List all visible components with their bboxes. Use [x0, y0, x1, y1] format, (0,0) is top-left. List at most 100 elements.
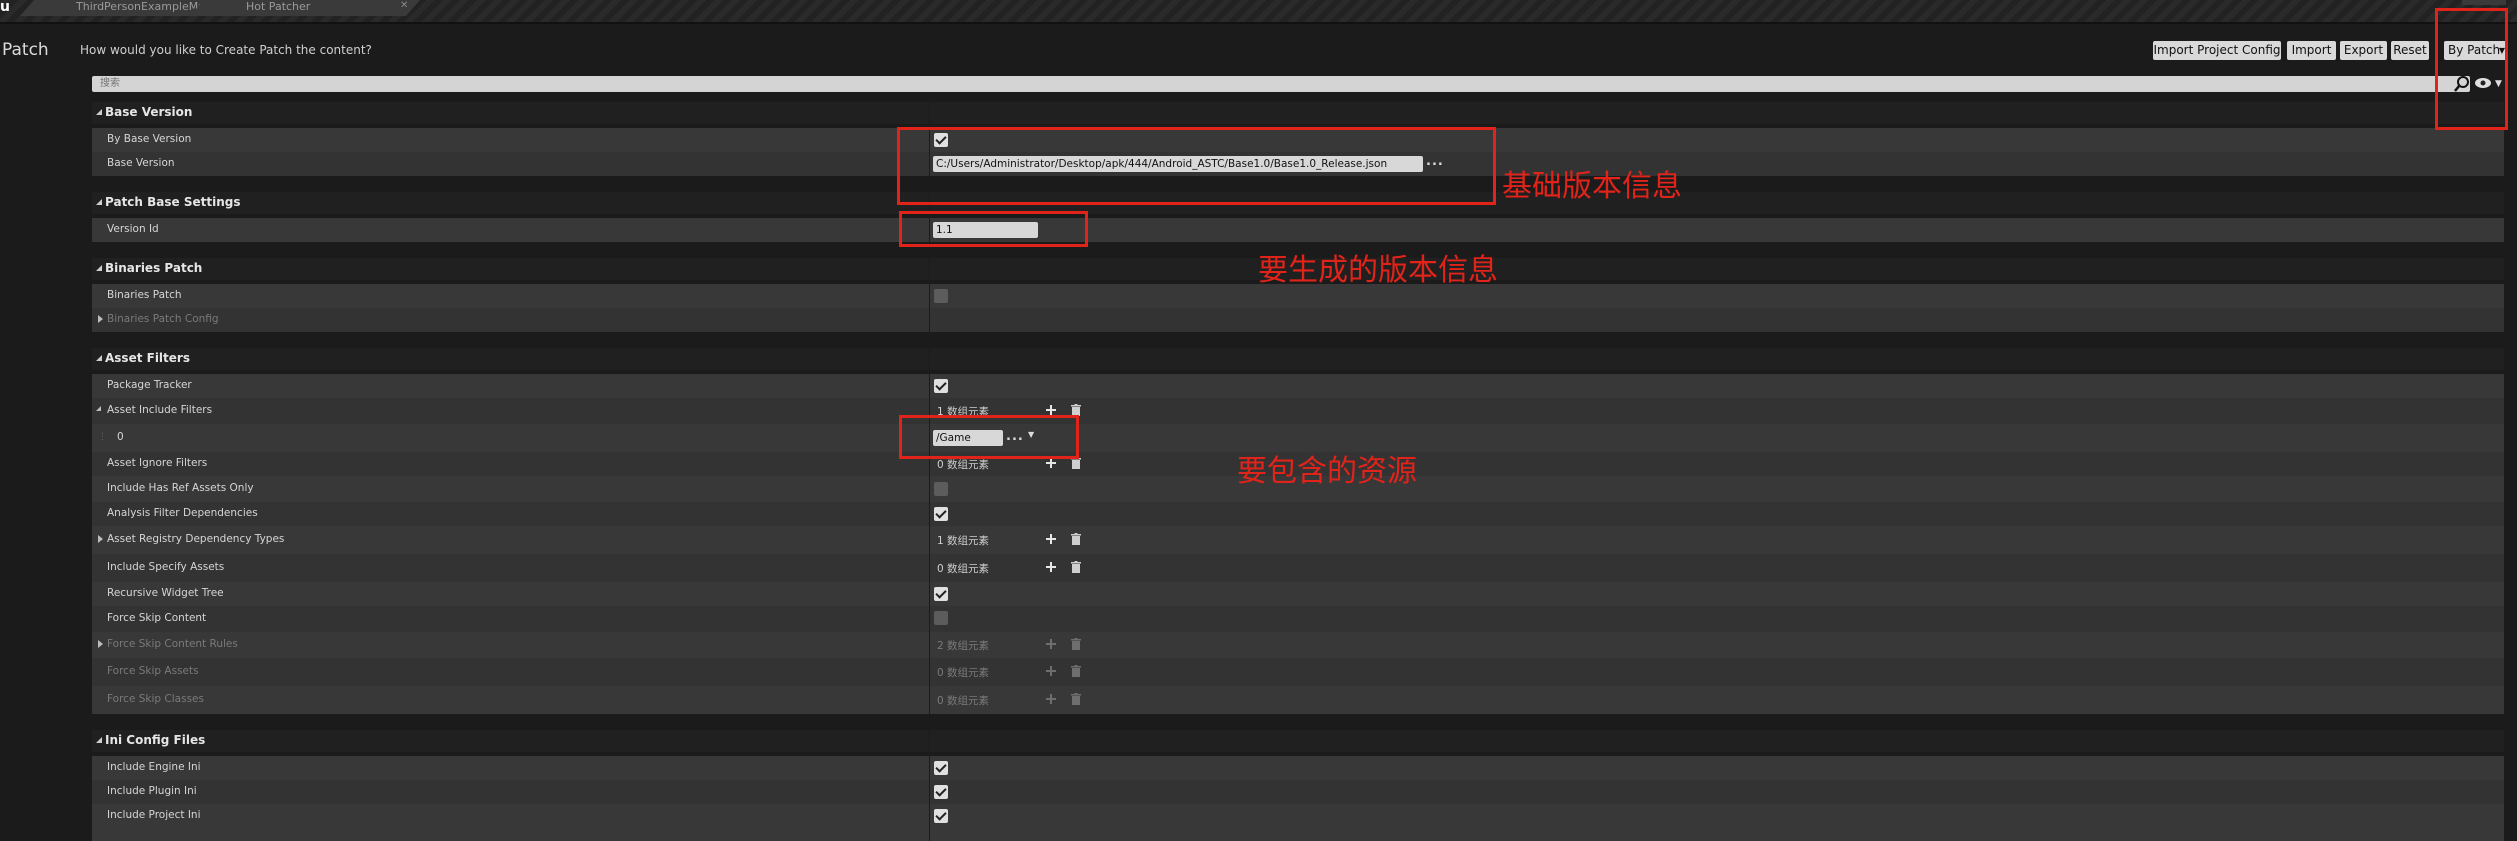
tab-close-icon[interactable]: ✕ — [400, 0, 412, 12]
trash-icon[interactable] — [1071, 561, 1081, 573]
analysis-filter-dependencies-checkbox[interactable] — [934, 507, 948, 521]
base-version-path-input[interactable] — [933, 156, 1423, 172]
include-engine-ini-checkbox[interactable] — [934, 761, 948, 775]
recursive-widget-tree-checkbox[interactable] — [934, 587, 948, 601]
property-row-package-tracker: Package Tracker — [92, 374, 2504, 398]
category-patch-base-settings[interactable]: Patch Base Settings — [92, 192, 2504, 214]
export-button[interactable]: Export — [2340, 41, 2387, 60]
view-options-chevron-icon[interactable]: ▼ — [2495, 79, 2505, 89]
array-count: 1 数组元素 — [937, 535, 990, 547]
trash-icon[interactable] — [1071, 638, 1081, 650]
by-base-version-checkbox[interactable] — [934, 133, 948, 147]
force-skip-content-checkbox[interactable] — [934, 611, 948, 625]
unreal-logo-icon: u — [0, 0, 10, 15]
property-label: Include Engine Ini — [107, 761, 201, 773]
trash-icon[interactable] — [1071, 665, 1081, 677]
chevron-down-icon: ▼ — [2498, 46, 2505, 55]
category-title: Asset Filters — [105, 351, 190, 365]
property-label: Binaries Patch — [107, 289, 182, 301]
property-row-asset-include-filters: Asset Include Filters — [92, 398, 2504, 424]
search-icon[interactable] — [2453, 75, 2471, 93]
annotation-base-info: 基础版本信息 — [1502, 169, 1682, 204]
array-count: 1 数组元素 — [937, 406, 990, 418]
property-row-force-skip-content-rules[interactable]: Force Skip Content Rules — [92, 632, 2504, 658]
property-label: Analysis Filter Dependencies — [107, 507, 258, 519]
property-label: Version Id — [107, 223, 159, 235]
property-label: Force Skip Assets — [107, 665, 199, 677]
category-title: Base Version — [105, 105, 193, 119]
property-row-force-skip-assets: Force Skip Assets — [92, 658, 2504, 686]
property-row-asset-registry-dependency-types[interactable]: Asset Registry Dependency Types — [92, 526, 2504, 554]
include-plugin-ini-checkbox[interactable] — [934, 785, 948, 799]
patch-mode-label: By Patch — [2448, 43, 2501, 57]
collapse-arrow-icon[interactable] — [96, 406, 101, 411]
drag-handle-icon[interactable]: ⋮ — [98, 432, 107, 444]
include-project-ini-checkbox[interactable] — [934, 809, 948, 823]
property-label: Include Has Ref Assets Only — [107, 482, 254, 494]
property-label: Force Skip Classes — [107, 693, 204, 705]
add-element-icon[interactable] — [1045, 638, 1057, 650]
add-element-icon[interactable] — [1045, 693, 1057, 705]
property-row-force-skip-classes: Force Skip Classes — [92, 686, 2504, 714]
property-label: Include Project Ini — [107, 809, 201, 821]
property-label: Base Version — [107, 157, 175, 169]
include-has-ref-assets-only-checkbox[interactable] — [934, 482, 948, 496]
array-index: 0 — [117, 431, 124, 443]
expand-arrow-icon[interactable] — [98, 640, 103, 648]
add-element-icon[interactable] — [1045, 665, 1057, 677]
property-row-analysis-filter-dependencies: Analysis Filter Dependencies — [92, 502, 2504, 526]
add-element-icon[interactable] — [1045, 561, 1057, 573]
version-id-input[interactable] — [933, 222, 1038, 238]
window-controls[interactable] — [2462, 0, 2506, 5]
category-asset-filters[interactable]: Asset Filters — [92, 348, 2504, 370]
category-ini-config-files[interactable]: Ini Config Files — [92, 730, 2504, 752]
search-input[interactable] — [92, 76, 2470, 92]
trash-icon[interactable] — [1071, 693, 1081, 705]
category-title: Ini Config Files — [105, 733, 206, 747]
property-row-include-engine-ini: Include Engine Ini — [92, 756, 2504, 780]
property-row-include-specify-assets: Include Specify Assets — [92, 554, 2504, 582]
property-label: Force Skip Content — [107, 612, 207, 624]
property-row-by-base-version: By Base Version — [92, 128, 2504, 152]
eye-icon[interactable] — [2474, 77, 2492, 89]
expand-arrow-icon[interactable] — [98, 315, 103, 323]
tab-third-person-example-map[interactable]: ThirdPersonExampleMap — [20, 0, 220, 16]
property-row-recursive-widget-tree: Recursive Widget Tree — [92, 582, 2504, 606]
import-project-config-button[interactable]: Import Project Config — [2153, 41, 2281, 60]
category-base-version[interactable]: Base Version — [92, 102, 2504, 124]
expand-arrow-icon[interactable] — [98, 535, 103, 543]
collapse-arrow-icon — [96, 199, 102, 205]
binaries-patch-checkbox[interactable] — [934, 289, 948, 303]
property-row-binaries-patch-config[interactable]: Binaries Patch Config — [92, 308, 2504, 332]
element-options-chevron-icon[interactable]: ▼ — [1028, 430, 1034, 439]
patch-mode-dropdown[interactable]: By Patch ▼ — [2444, 41, 2507, 60]
array-count: 0 数组元素 — [937, 459, 990, 471]
property-label: Include Plugin Ini — [107, 785, 197, 797]
column-splitter[interactable] — [929, 98, 930, 841]
property-label: Package Tracker — [107, 379, 192, 391]
trash-icon[interactable] — [1071, 457, 1081, 469]
collapse-arrow-icon — [96, 265, 102, 271]
browse-ellipsis-button[interactable]: ... — [1426, 154, 1444, 169]
collapse-arrow-icon — [96, 355, 102, 361]
trash-icon[interactable] — [1071, 404, 1081, 416]
include-path-input[interactable] — [933, 430, 1003, 446]
property-label: Asset Include Filters — [107, 404, 213, 416]
property-label: By Base Version — [107, 133, 192, 145]
array-count: 0 数组元素 — [937, 695, 990, 707]
add-element-icon[interactable] — [1045, 533, 1057, 545]
category-title: Binaries Patch — [105, 261, 203, 275]
trash-icon[interactable] — [1071, 533, 1081, 545]
property-row-include-plugin-ini: Include Plugin Ini — [92, 780, 2504, 804]
import-button[interactable]: Import — [2287, 41, 2336, 60]
tab-hot-patcher[interactable]: Hot Patcher — [190, 0, 420, 16]
collapse-arrow-icon — [96, 737, 102, 743]
add-element-icon[interactable] — [1045, 404, 1057, 416]
collapse-arrow-icon — [96, 109, 102, 115]
property-label: Asset Registry Dependency Types — [107, 533, 285, 545]
property-label: Asset Ignore Filters — [107, 457, 208, 469]
reset-button[interactable]: Reset — [2391, 41, 2429, 60]
add-element-icon[interactable] — [1045, 457, 1057, 469]
browse-ellipsis-button[interactable]: ... — [1006, 429, 1024, 444]
package-tracker-checkbox[interactable] — [934, 379, 948, 393]
